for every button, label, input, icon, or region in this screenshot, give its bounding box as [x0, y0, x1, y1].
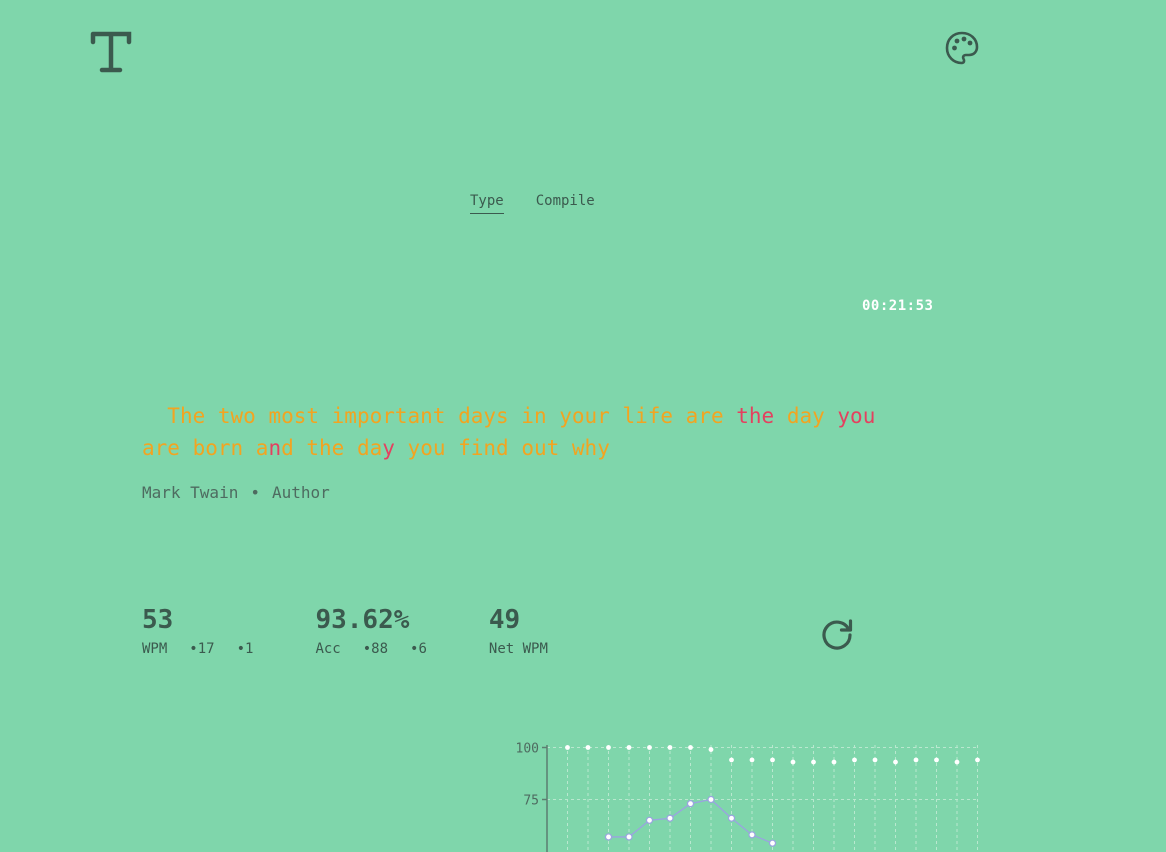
- quote-segment-error: y: [382, 436, 395, 460]
- wpm-sub2: •1: [236, 641, 254, 657]
- accuracy-series-point: [606, 745, 611, 750]
- wpm-sub1: •17: [189, 641, 215, 657]
- y-tick-label: 100: [516, 742, 539, 757]
- y-tick-label: 75: [523, 794, 539, 809]
- accuracy-series-point: [729, 757, 734, 763]
- wpm-series-point: [645, 816, 654, 824]
- accuracy-series-point: [872, 757, 878, 763]
- tab-compile[interactable]: Compile: [536, 193, 595, 214]
- accuracy-series-point: [975, 757, 980, 763]
- palette-icon[interactable]: [944, 30, 980, 66]
- stat-wpm: 53 WPM •17 •1: [142, 605, 275, 657]
- accuracy-series-point: [647, 745, 652, 750]
- acc-value: 93.62%: [315, 605, 410, 635]
- acc-sub2: •6: [410, 641, 427, 657]
- net-wpm-label: Net WPM: [488, 641, 548, 657]
- restart-icon[interactable]: [819, 616, 855, 652]
- quote-segment: d the da: [281, 436, 383, 460]
- wpm-series-point: [707, 795, 715, 804]
- accuracy-series-point: [708, 747, 714, 752]
- quote-text[interactable]: The two most important days in your life…: [142, 368, 902, 464]
- wpm-series-point: [686, 800, 695, 808]
- quote-segment: The two most important days in your life…: [167, 404, 737, 428]
- wpm-series-point: [625, 833, 633, 841]
- accuracy-series-point: [811, 759, 816, 765]
- wpm-series-point: [748, 831, 756, 839]
- wpm-series-point: [604, 833, 613, 841]
- net-wpm-value: 49: [488, 605, 521, 635]
- quote-segment-error: the: [736, 404, 775, 428]
- accuracy-series-point: [954, 759, 960, 765]
- author-role: Author: [271, 483, 330, 502]
- quote-segment-error: n: [268, 436, 282, 460]
- accuracy-series-point: [667, 745, 673, 750]
- accuracy-series-point: [913, 757, 919, 763]
- acc-label: Acc: [315, 641, 341, 657]
- accuracy-series-point: [749, 757, 755, 763]
- accuracy-series-point: [790, 759, 796, 765]
- acc-sub1: •88: [362, 641, 389, 657]
- accuracy-series-point: [831, 759, 837, 765]
- logo-icon[interactable]: [90, 30, 132, 74]
- accuracy-series-point: [565, 745, 570, 750]
- wpm-value: 53: [142, 605, 174, 635]
- author-name: Mark Twain: [142, 483, 239, 502]
- quote-segment: day: [774, 404, 838, 428]
- author-separator: •: [250, 483, 260, 502]
- stat-accuracy: 93.62% Acc •88 •6: [315, 605, 448, 657]
- accuracy-series-point: [688, 745, 693, 750]
- quote-author: Mark Twain • Author: [142, 483, 330, 502]
- quote-segment-error: you: [837, 404, 876, 428]
- wpm-series-point: [768, 839, 777, 847]
- stats-panel: 53 WPM •17 •1 93.62% Acc •88 •6 49 Net WPM: [142, 605, 610, 657]
- wpm-series-point: [727, 814, 736, 822]
- accuracy-series-point: [585, 745, 591, 750]
- wpm-series-point: [666, 814, 674, 822]
- quote-segment: you find out why: [394, 436, 610, 460]
- tab-type[interactable]: Type: [470, 193, 504, 214]
- wpm-accuracy-chart: 100 75: [516, 742, 980, 852]
- wpm-label: WPM: [142, 641, 168, 657]
- accuracy-series-point: [934, 757, 939, 763]
- stat-net-wpm: 49 Net WPM: [489, 605, 570, 657]
- timer: 00:21:53: [862, 298, 934, 314]
- accuracy-series-point: [626, 745, 632, 750]
- mode-tabs: Type Compile: [470, 193, 595, 214]
- accuracy-series-point: [852, 757, 857, 763]
- accuracy-series-point: [770, 757, 775, 763]
- accuracy-series-point: [893, 759, 898, 765]
